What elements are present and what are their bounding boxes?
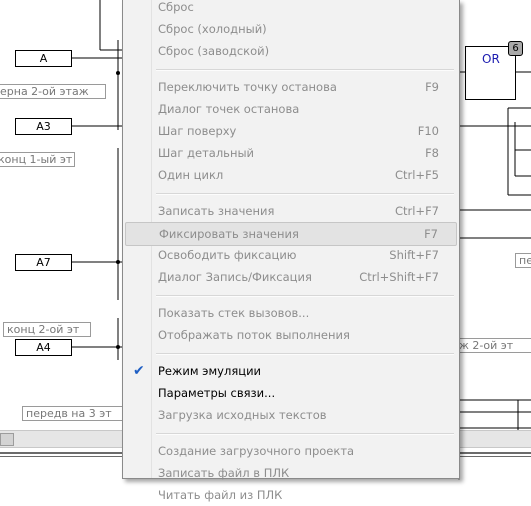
menu-item-shortcut: Ctrl+Shift+F7 [359,270,439,284]
comment-text: конц 1-ый эт [0,153,73,166]
menu-item-label: Записать файл в ПЛК [158,466,290,480]
menu-item-label: Записать значения [158,204,275,218]
menu-item-label: Сброс (холодный) [158,22,267,36]
menu-item-label: Фиксировать значения [159,227,299,241]
menu-item[interactable]: Показать стек вызовов... [125,302,457,324]
menu-item-label: Один цикл [158,168,224,182]
menu-item[interactable]: Записать файл в ПЛК [125,462,457,484]
scrollbar-thumb[interactable] [0,433,14,446]
comment-box[interactable]: ерна 2-ой этаж [0,84,106,99]
comment-text: передв на 3 эт [26,407,112,420]
menu-item-shortcut: Shift+F7 [389,248,439,262]
menu-item-label: Диалог Запись/Фиксация [158,270,312,284]
or-block-label: OR [482,52,500,66]
input-block-label: A3 [36,120,51,133]
menu-item[interactable]: Фиксировать значения F7 [125,222,457,246]
menu-item[interactable]: Диалог Запись/Фиксация Ctrl+Shift+F7 [125,266,457,288]
menu-item-label: Шаг поверху [158,124,237,138]
comment-box[interactable]: ж 2-ой эт [452,338,531,353]
menu-item-label: Сброс [158,0,194,14]
menu-item-label: Шаг детальный [158,146,255,160]
block-order-badge: 6 [508,41,523,56]
menu-separator [156,353,454,355]
menu-item-shortcut: Ctrl+F5 [394,168,439,182]
menu-item[interactable]: Создание загрузочного проекта [125,440,457,462]
menu-item-shortcut: F10 [417,124,439,138]
menu-item-label: Переключить точку останова [158,80,337,94]
menu-item[interactable]: Освободить фиксацию Shift+F7 [125,244,457,266]
input-block-a3[interactable]: A3 [15,118,72,135]
menu-item-shortcut: F7 [424,227,438,241]
comment-text: конц 2-ой эт [7,323,80,336]
input-block-label: A4 [36,341,51,354]
menu-item-shortcut: F9 [425,80,439,94]
menu-item[interactable]: Шаг поверху F10 [125,120,457,142]
menu-item-label: Параметры связи... [158,386,276,400]
comment-text: ж 2-ой эт [459,339,514,352]
menu-item-label: Отображать поток выполнения [158,328,350,342]
menu-item-label: Загрузка исходных текстов [158,408,327,422]
input-block-a[interactable]: A [15,50,72,67]
menu-item-label: Читать файл из ПЛК [158,488,283,502]
input-block-label: A7 [36,256,51,269]
menu-item-shortcut: Ctrl+F7 [394,204,439,218]
menu-item-shortcut: F8 [425,146,439,160]
comment-text: пе [519,254,531,267]
menu-item-label: Освободить фиксацию [158,248,297,262]
block-order-number: 6 [512,43,519,54]
input-block-a4[interactable]: A4 [15,339,72,356]
menu-item[interactable]: ✔ Режим эмуляции [125,360,457,382]
menu-item[interactable]: Переключить точку останова F9 [125,76,457,98]
menu-item-label: Режим эмуляции [158,364,262,378]
menu-item[interactable]: Записать значения Ctrl+F7 [125,200,457,222]
menu-separator [156,193,454,195]
menu-separator [156,295,454,297]
menu-item[interactable]: Сброс [125,0,457,18]
comment-box[interactable]: передв на 3 эт [22,406,124,421]
checkmark-icon: ✔ [133,363,145,379]
menu-item[interactable]: Читать файл из ПЛК [125,484,457,506]
menu-item[interactable]: Один цикл Ctrl+F5 [125,164,457,186]
menu-item[interactable]: Сброс (заводской) [125,40,457,62]
input-block-a7[interactable]: A7 [15,254,72,271]
comment-box[interactable]: конц 2-ой эт [3,322,91,337]
comment-box[interactable]: пе [515,253,531,268]
menu-item-label: Сброс (заводской) [158,44,270,58]
input-block-label: A [39,52,48,65]
menu-item-label: Создание загрузочного проекта [158,444,355,458]
menu-separator [156,69,454,71]
menu-item[interactable]: Шаг детальный F8 [125,142,457,164]
menu-item[interactable]: Диалог точек останова [125,98,457,120]
comment-text: ерна 2-ой этаж [0,85,89,98]
menu-item-label: Диалог точек останова [158,102,300,116]
debug-context-menu: Сброс Сброс (холодный) Сброс (заводской) Пе… [122,0,460,502]
menu-separator [156,433,454,435]
menu-item-label: Показать стек вызовов... [158,306,310,320]
menu-item[interactable]: Параметры связи... [125,382,457,404]
comment-box[interactable]: конц 1-ый эт [0,152,75,167]
menu-item[interactable]: Отображать поток выполнения [125,324,457,346]
menu-item[interactable]: Загрузка исходных текстов [125,404,457,426]
menu-item[interactable]: Сброс (холодный) [125,18,457,40]
